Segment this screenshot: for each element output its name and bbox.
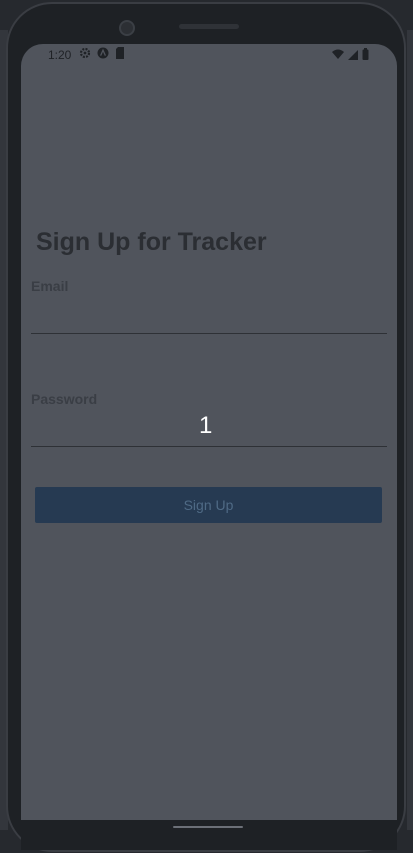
- email-field[interactable]: [31, 302, 387, 334]
- front-camera: [119, 20, 135, 36]
- signal-icon: [348, 49, 358, 63]
- status-system-icons: [332, 48, 369, 63]
- battery-icon: [362, 48, 369, 63]
- earpiece-speaker: [179, 24, 239, 29]
- navigation-bar: [21, 820, 397, 850]
- device-frame: 1:20 Sign Up for Tracker Email Password …: [0, 0, 413, 853]
- email-label: Email: [31, 278, 69, 294]
- password-label: Password: [31, 391, 98, 407]
- wifi-icon: [332, 49, 344, 63]
- page-title: Sign Up for Tracker: [36, 228, 267, 256]
- status-bar: 1:20: [21, 44, 397, 66]
- home-gesture-pill[interactable]: [173, 826, 243, 828]
- gear-icon: [79, 47, 91, 62]
- overlay-number: 1: [199, 412, 213, 439]
- status-time: 1:20: [48, 48, 72, 62]
- accessibility-icon: [97, 47, 109, 62]
- right-bezel: [407, 30, 413, 830]
- status-notification-icons: [79, 47, 125, 62]
- sign-up-button[interactable]: Sign Up: [35, 487, 382, 523]
- sd-card-icon: [115, 47, 125, 62]
- app-screen: 1:20 Sign Up for Tracker Email Password …: [21, 44, 397, 820]
